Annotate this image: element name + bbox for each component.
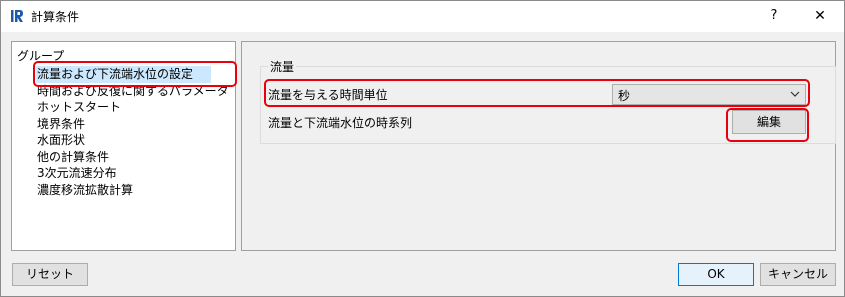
tree-item-3d-velocity[interactable]: 3次元流速分布 [36,165,229,182]
tree-item-boundary[interactable]: 境界条件 [36,116,229,133]
tree-item-time-params[interactable]: 時間および反復に関するパラメータ [36,83,229,100]
ok-button[interactable]: OK [678,263,754,286]
help-button[interactable]: ? [763,6,785,26]
group-label: グループ [17,49,65,63]
time-unit-label: 流量を与える時間単位 [268,88,388,102]
window-title: 計算条件 [31,10,80,24]
flow-group-title: 流量 [268,58,297,75]
tree-item-flow-settings[interactable]: 流量および下流端水位の設定 [36,66,211,83]
cancel-button[interactable]: キャンセル [760,263,836,286]
settings-panel: 流量 流量を与える時間単位 秒 流量と下流端水位の時系列 編集 [241,41,836,251]
reset-button[interactable]: リセット [12,263,88,286]
time-unit-value: 秒 [618,89,631,103]
edit-button[interactable]: 編集 [732,110,806,134]
chevron-down-icon [790,91,800,97]
tree-item-water-surface[interactable]: 水面形状 [36,132,229,149]
group-tree: 流量および下流端水位の設定 時間および反復に関するパラメータ ホットスタート 境… [36,66,229,198]
title-bar: 計算条件 ? ✕ [1,1,844,32]
tree-item-concentration[interactable]: 濃度移流拡散計算 [36,182,229,199]
app-logo-icon [11,10,23,22]
dialog-window: 計算条件 ? ✕ グループ 流量および下流端水位の設定 時間および反復に関するパ… [0,0,845,297]
tree-item-other-conditions[interactable]: 他の計算条件 [36,149,229,166]
series-label: 流量と下流端水位の時系列 [268,116,413,130]
time-unit-select[interactable]: 秒 [612,84,806,105]
tree-item-hot-start[interactable]: ホットスタート [36,99,229,116]
group-panel: グループ 流量および下流端水位の設定 時間および反復に関するパラメータ ホットス… [11,41,236,251]
close-button[interactable]: ✕ [809,6,831,26]
